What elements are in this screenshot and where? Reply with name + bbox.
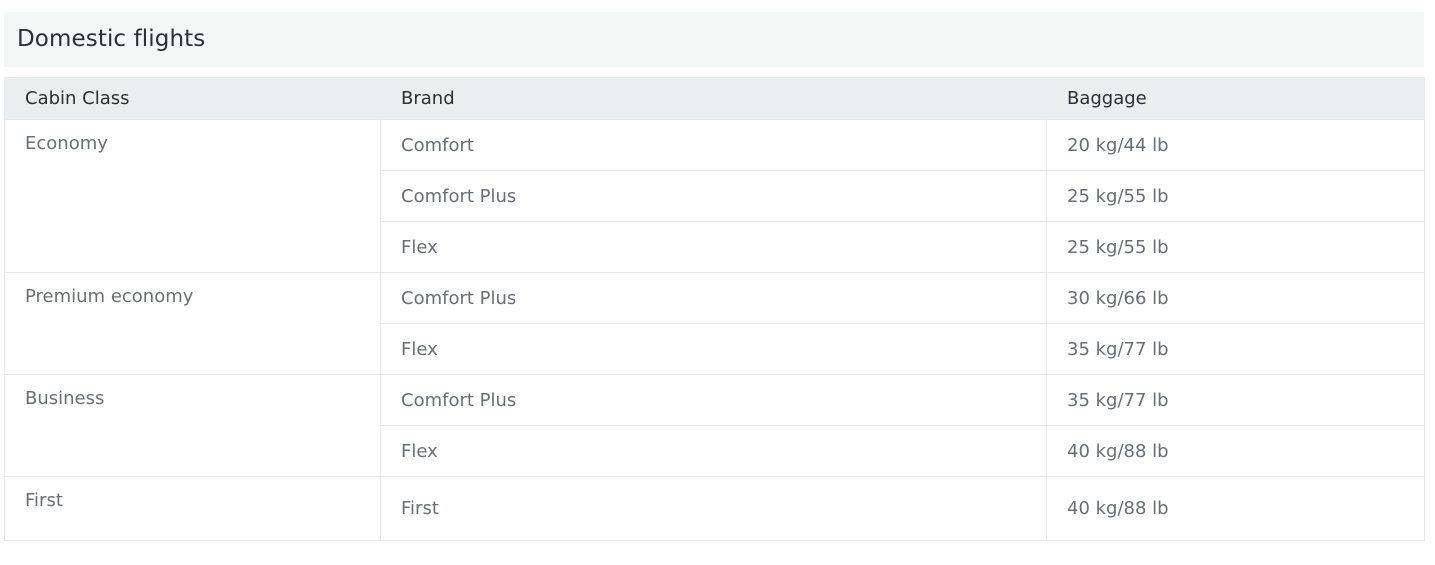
baggage-cell: 35 kg/77 lb: [1046, 323, 1425, 375]
brand-cell: Comfort Plus: [380, 374, 1047, 426]
column-header-cabin-class: Cabin Class: [4, 77, 381, 120]
baggage-table: Cabin Class Brand Baggage Economy Comfor…: [4, 77, 1425, 541]
brand-cell: Comfort: [380, 119, 1047, 171]
brand-cell: Flex: [380, 425, 1047, 477]
cabin-class-cell: Economy: [4, 119, 381, 273]
baggage-cell: 35 kg/77 lb: [1046, 374, 1425, 426]
baggage-cell: 40 kg/88 lb: [1046, 425, 1425, 477]
table-row: Premium economy Comfort Plus 30 kg/66 lb: [4, 272, 1425, 375]
brand-cell: Comfort Plus: [380, 170, 1047, 222]
brand-cell: Flex: [380, 323, 1047, 375]
brand-cell: Comfort Plus: [380, 272, 1047, 324]
baggage-cell: 40 kg/88 lb: [1046, 476, 1425, 541]
section-title: Domestic flights: [17, 26, 206, 52]
column-header-baggage: Baggage: [1046, 77, 1425, 120]
baggage-cell: 25 kg/55 lb: [1046, 170, 1425, 222]
section-header: Domestic flights: [4, 12, 1424, 67]
baggage-cell: 25 kg/55 lb: [1046, 221, 1425, 273]
table-row: First First 40 kg/88 lb: [4, 476, 1425, 541]
table-header-row: Cabin Class Brand Baggage: [4, 77, 1425, 120]
column-header-brand: Brand: [380, 77, 1047, 120]
table-row: Economy Comfort 20 kg/44 lb: [4, 119, 1425, 273]
cabin-class-cell: Business: [4, 374, 381, 477]
baggage-cell: 30 kg/66 lb: [1046, 272, 1425, 324]
cabin-class-cell: Premium economy: [4, 272, 381, 375]
brand-cell: Flex: [380, 221, 1047, 273]
baggage-cell: 20 kg/44 lb: [1046, 119, 1425, 171]
cabin-class-cell: First: [4, 476, 381, 541]
table-row: Business Comfort Plus 35 kg/77 lb: [4, 374, 1425, 477]
brand-cell: First: [380, 476, 1047, 541]
